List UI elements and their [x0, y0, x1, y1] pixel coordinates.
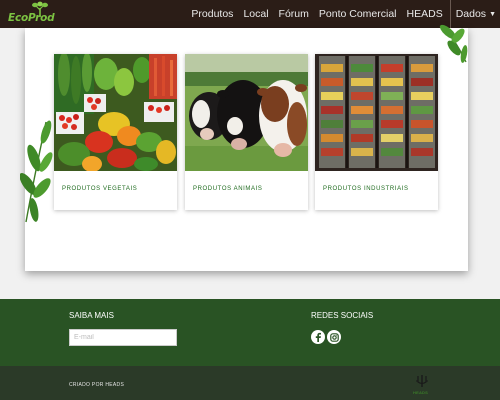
- nav-link-heads[interactable]: HEADS: [402, 8, 448, 20]
- main-content-card: PRODUTOS VEGETAIS PRODUTOS ANIMAIS PRODU…: [25, 28, 468, 271]
- nav-link-ponto-comercial[interactable]: Ponto Comercial: [314, 8, 402, 20]
- email-field[interactable]: [69, 329, 177, 346]
- nav-link-produtos[interactable]: Produtos: [186, 8, 238, 20]
- product-caption-animais: PRODUTOS ANIMAIS: [193, 186, 263, 192]
- ecoprod-logo[interactable]: EcoProd: [8, 1, 70, 27]
- product-card-vegetais[interactable]: PRODUTOS VEGETAIS: [54, 54, 177, 210]
- logo-wordmark: EcoProd: [8, 12, 55, 24]
- redes-sociais-title: REDES SOCIAIS: [311, 311, 374, 320]
- facebook-icon[interactable]: [311, 330, 325, 344]
- caret-down-icon: ▼: [489, 10, 496, 18]
- saiba-mais-title: SAIBA MAIS: [69, 311, 114, 320]
- instagram-icon[interactable]: [327, 330, 341, 344]
- cows-image: [185, 54, 308, 171]
- product-card-animais[interactable]: PRODUTOS ANIMAIS: [185, 54, 308, 210]
- nav-dropdown-label: Dados: [455, 8, 487, 20]
- credit-text: CRIADO POR HEADS: [69, 382, 125, 388]
- product-card-industriais[interactable]: PRODUTOS INDUSTRIAIS: [315, 54, 438, 210]
- vegetables-image: [54, 54, 177, 171]
- leaf-decoration-left-icon: [20, 120, 53, 223]
- nav-dropdown-dados[interactable]: Dados ▼: [451, 8, 500, 20]
- leaf-decoration-right-icon: [439, 24, 468, 63]
- top-navbar: EcoProd Produtos Local Fórum Ponto Comer…: [0, 0, 500, 28]
- heads-logo-text: HEADS: [413, 390, 429, 395]
- footer: SAIBA MAIS REDES SOCIAIS: [0, 299, 500, 366]
- nav-link-forum[interactable]: Fórum: [274, 8, 314, 20]
- supermarket-shelves-image: [315, 54, 438, 171]
- product-caption-industriais: PRODUTOS INDUSTRIAIS: [323, 186, 409, 192]
- product-caption-vegetais: PRODUTOS VEGETAIS: [62, 186, 138, 192]
- nav-link-local[interactable]: Local: [238, 8, 273, 20]
- bottom-bar: CRIADO POR HEADS HEADS: [0, 366, 500, 400]
